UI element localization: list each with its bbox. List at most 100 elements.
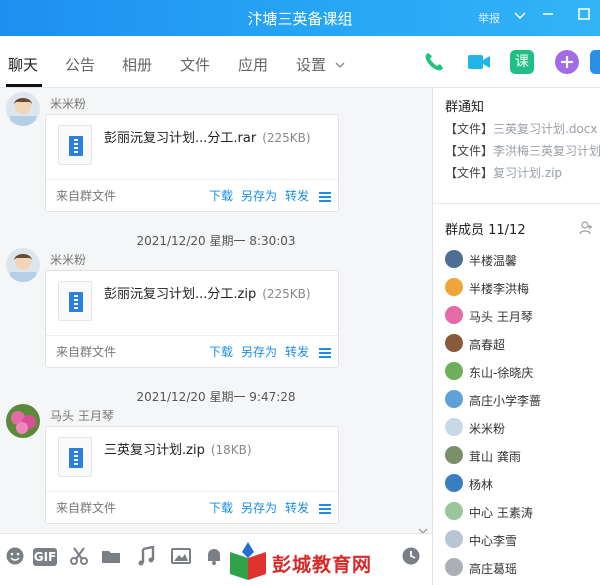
member-avatar (445, 530, 463, 548)
file-source: 来自群文件 (56, 501, 117, 515)
file-size: (225KB) (262, 131, 311, 145)
member-name: 半楼温馨 (469, 254, 518, 268)
active-tab-indicator (6, 84, 42, 87)
bell-icon[interactable] (203, 546, 225, 568)
forward-button[interactable]: 转发 (285, 343, 309, 360)
zip-file-icon (58, 281, 92, 321)
download-button[interactable]: 下载 (209, 343, 233, 360)
save-as-button[interactable]: 另存为 (241, 187, 277, 204)
group-info-panel: 群通知 【文件】三英复习计划.docx 【文件】李洪梅三英复习计划.do 【文件… (433, 88, 600, 585)
more-apps-icon[interactable] (590, 50, 600, 74)
member-avatar (445, 334, 463, 352)
chat-panel: 米米粉 彭丽沅复习计划...分工.rar (225KB) 来自群文件 下载 另存为… (0, 88, 432, 533)
member-avatar (445, 306, 463, 324)
side-divider (433, 203, 600, 204)
card-divider (46, 179, 338, 180)
minimize-icon[interactable] (538, 7, 558, 27)
tab-settings[interactable]: 设置 (296, 54, 345, 75)
notice-file-name: 复习计划.zip (493, 166, 563, 180)
notice-item[interactable]: 【文件】李洪梅三英复习计划.do (445, 142, 600, 159)
zip-file-icon (58, 125, 92, 165)
file-name[interactable]: 彭丽沅复习计划...分工.rar (225KB) (104, 127, 311, 146)
more-menu-icon[interactable] (319, 191, 331, 202)
member-name: 中心李雪 (469, 534, 518, 548)
avatar[interactable] (6, 248, 40, 282)
file-name[interactable]: 三英复习计划.zip (18KB) (104, 439, 252, 458)
music-icon[interactable] (135, 545, 157, 568)
tab-chat[interactable]: 聊天 (8, 54, 38, 75)
member-avatar (445, 362, 463, 380)
member-name: 半楼李洪梅 (469, 282, 530, 296)
member-avatar (445, 390, 463, 408)
member-avatar (445, 558, 463, 576)
chevron-down-icon[interactable] (510, 7, 530, 27)
tab-apps[interactable]: 应用 (238, 54, 268, 75)
watermark-text: 彭城教育网 (272, 554, 373, 576)
sender-name: 米米粉 (50, 253, 87, 267)
scissors-icon[interactable] (68, 546, 90, 568)
notice-title: 群通知 (445, 100, 485, 115)
input-toolbar: GIF 彭城教育网 (0, 533, 432, 585)
card-divider (46, 491, 338, 492)
forward-button[interactable]: 转发 (285, 187, 309, 204)
member-name: 高春超 (469, 338, 506, 352)
member-name: 高庄小学李蔷 (469, 394, 542, 408)
message-timestamp: 2021/12/20 星期一 9:47:28 (136, 390, 296, 404)
members-title: 群成员 11/12 (445, 223, 526, 238)
file-size: (18KB) (210, 443, 252, 457)
message-timestamp: 2021/12/20 星期一 8:30:03 (136, 234, 296, 248)
tab-album[interactable]: 相册 (122, 54, 152, 75)
file-message-card[interactable]: 彭丽沅复习计划...分工.zip (225KB) 来自群文件 下载 另存为 转发 (45, 270, 339, 368)
member-avatar (445, 278, 463, 296)
member-name: 马头 王月琴 (469, 310, 533, 324)
more-menu-icon[interactable] (319, 503, 331, 514)
member-name: 中心 王素涛 (469, 506, 533, 520)
zip-file-icon (58, 437, 92, 477)
download-button[interactable]: 下载 (209, 499, 233, 516)
file-source: 来自群文件 (56, 189, 117, 203)
image-icon[interactable] (170, 546, 192, 568)
video-icon[interactable] (466, 50, 490, 74)
notice-file-name: 李洪梅三英复习计划.do (493, 144, 600, 158)
card-divider (46, 335, 338, 336)
member-name: 东山-徐晓庆 (469, 366, 534, 380)
add-member-icon[interactable] (579, 221, 593, 238)
member-name: 杨林 (469, 478, 494, 492)
tab-announcement[interactable]: 公告 (65, 54, 95, 75)
watermark-book-icon (230, 542, 266, 580)
avatar[interactable] (6, 404, 40, 438)
avatar[interactable] (6, 92, 40, 126)
notice-item[interactable]: 【文件】三英复习计划.docx (445, 120, 598, 137)
notice-item[interactable]: 【文件】复习计划.zip (445, 164, 562, 181)
file-source: 来自群文件 (56, 345, 117, 359)
add-app-icon[interactable] (555, 50, 579, 74)
maximize-icon[interactable] (574, 7, 594, 27)
tab-files[interactable]: 文件 (180, 54, 210, 75)
emoji-icon[interactable] (4, 546, 26, 568)
class-icon[interactable]: 课 (510, 50, 534, 74)
save-as-button[interactable]: 另存为 (241, 343, 277, 360)
report-link[interactable]: 举报 (478, 10, 500, 26)
file-message-card[interactable]: 彭丽沅复习计划...分工.rar (225KB) 来自群文件 下载 另存为 转发 (45, 114, 339, 212)
folder-icon[interactable] (100, 546, 122, 568)
history-icon[interactable] (400, 546, 422, 568)
sender-name: 米米粉 (50, 97, 87, 111)
member-avatar (445, 418, 463, 436)
forward-button[interactable]: 转发 (285, 499, 309, 516)
member-name: 茸山 龚雨 (469, 450, 521, 464)
member-name: 高庄葛瑶 (469, 562, 518, 576)
save-as-button[interactable]: 另存为 (241, 499, 277, 516)
title-bar: 汴塘三英备课组 举报 (0, 0, 600, 36)
file-name[interactable]: 彭丽沅复习计划...分工.zip (225KB) (104, 283, 311, 302)
more-menu-icon[interactable] (319, 347, 331, 358)
member-avatar (445, 502, 463, 520)
scroll-down-icon[interactable] (418, 524, 428, 533)
phone-icon[interactable] (422, 50, 446, 74)
gif-icon[interactable]: GIF (33, 548, 57, 566)
member-avatar (445, 446, 463, 464)
member-name: 米米粉 (469, 422, 506, 436)
watermark-logo: 彭城教育网 (228, 538, 371, 582)
download-button[interactable]: 下载 (209, 187, 233, 204)
member-avatar (445, 250, 463, 268)
file-message-card[interactable]: 三英复习计划.zip (18KB) 来自群文件 下载 另存为 转发 (45, 426, 339, 524)
